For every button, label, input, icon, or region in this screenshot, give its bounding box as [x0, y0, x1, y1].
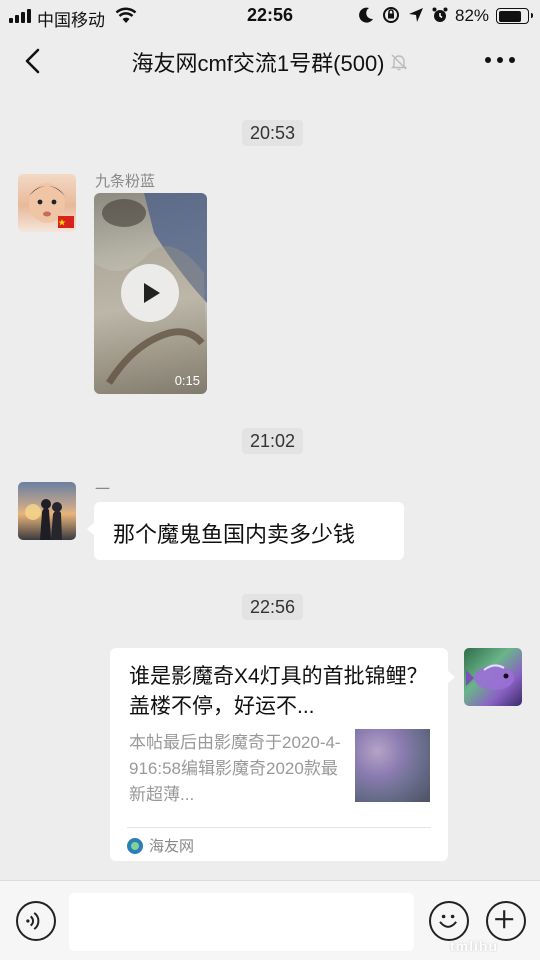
play-icon[interactable]: [121, 264, 179, 322]
bell-muted-icon: [390, 54, 407, 71]
alarm-icon: [432, 7, 448, 22]
battery-icon: [496, 8, 533, 24]
emoji-icon[interactable]: [429, 901, 469, 941]
video-duration: 0:15: [174, 373, 200, 388]
message-text: 那个魔鬼鱼国内卖多少钱: [113, 522, 356, 547]
link-card-description: 本帖最后由影魔奇于2020-4-916:58编辑影魔奇2020款最新超薄...: [129, 733, 341, 804]
site-logo-icon: [127, 837, 143, 854]
rotation-lock-icon: [383, 7, 399, 23]
timestamp: 20:53: [234, 120, 311, 147]
link-card-source: 海友网: [127, 835, 194, 856]
chat-header: 海友网cmf交流1号群(500): [0, 32, 540, 90]
avatar[interactable]: [18, 174, 76, 232]
link-card-title: 谁是影魔奇X4灯具的首批锦鲤？盖楼不停，好运不...: [129, 665, 428, 718]
link-card-message[interactable]: 谁是影魔奇X4灯具的首批锦鲤？盖楼不停，好运不... 本帖最后由影魔奇于2020…: [110, 648, 455, 861]
moon-icon: [359, 7, 373, 23]
video-message[interactable]: 0:15: [94, 193, 207, 394]
message-input[interactable]: [69, 893, 414, 951]
battery-percent: 82%: [455, 6, 490, 25]
location-icon: [409, 8, 423, 22]
watermark: tmlihu: [450, 938, 498, 954]
timestamp: 22:56: [234, 594, 311, 621]
status-bar: 中国移动 22:56 82%: [0, 0, 540, 32]
link-card-thumbnail: [355, 729, 430, 802]
sender-name: 一: [95, 481, 111, 498]
message-bubble: 那个魔鬼鱼国内卖多少钱: [87, 502, 404, 560]
link-card-source-name: 海友网: [149, 838, 195, 855]
avatar[interactable]: [464, 648, 522, 706]
plus-icon[interactable]: [486, 901, 526, 941]
avatar[interactable]: [18, 482, 76, 540]
more-dots-icon[interactable]: [482, 52, 518, 68]
chat-title: 海友网cmf交流1号群(500): [0, 46, 540, 78]
group-name: 海友网cmf交流1号群(500): [131, 51, 385, 76]
timestamp: 21:02: [234, 428, 311, 455]
sender-name: 九条粉蓝: [95, 173, 156, 190]
divider: [127, 827, 431, 828]
voice-icon[interactable]: [16, 901, 56, 941]
